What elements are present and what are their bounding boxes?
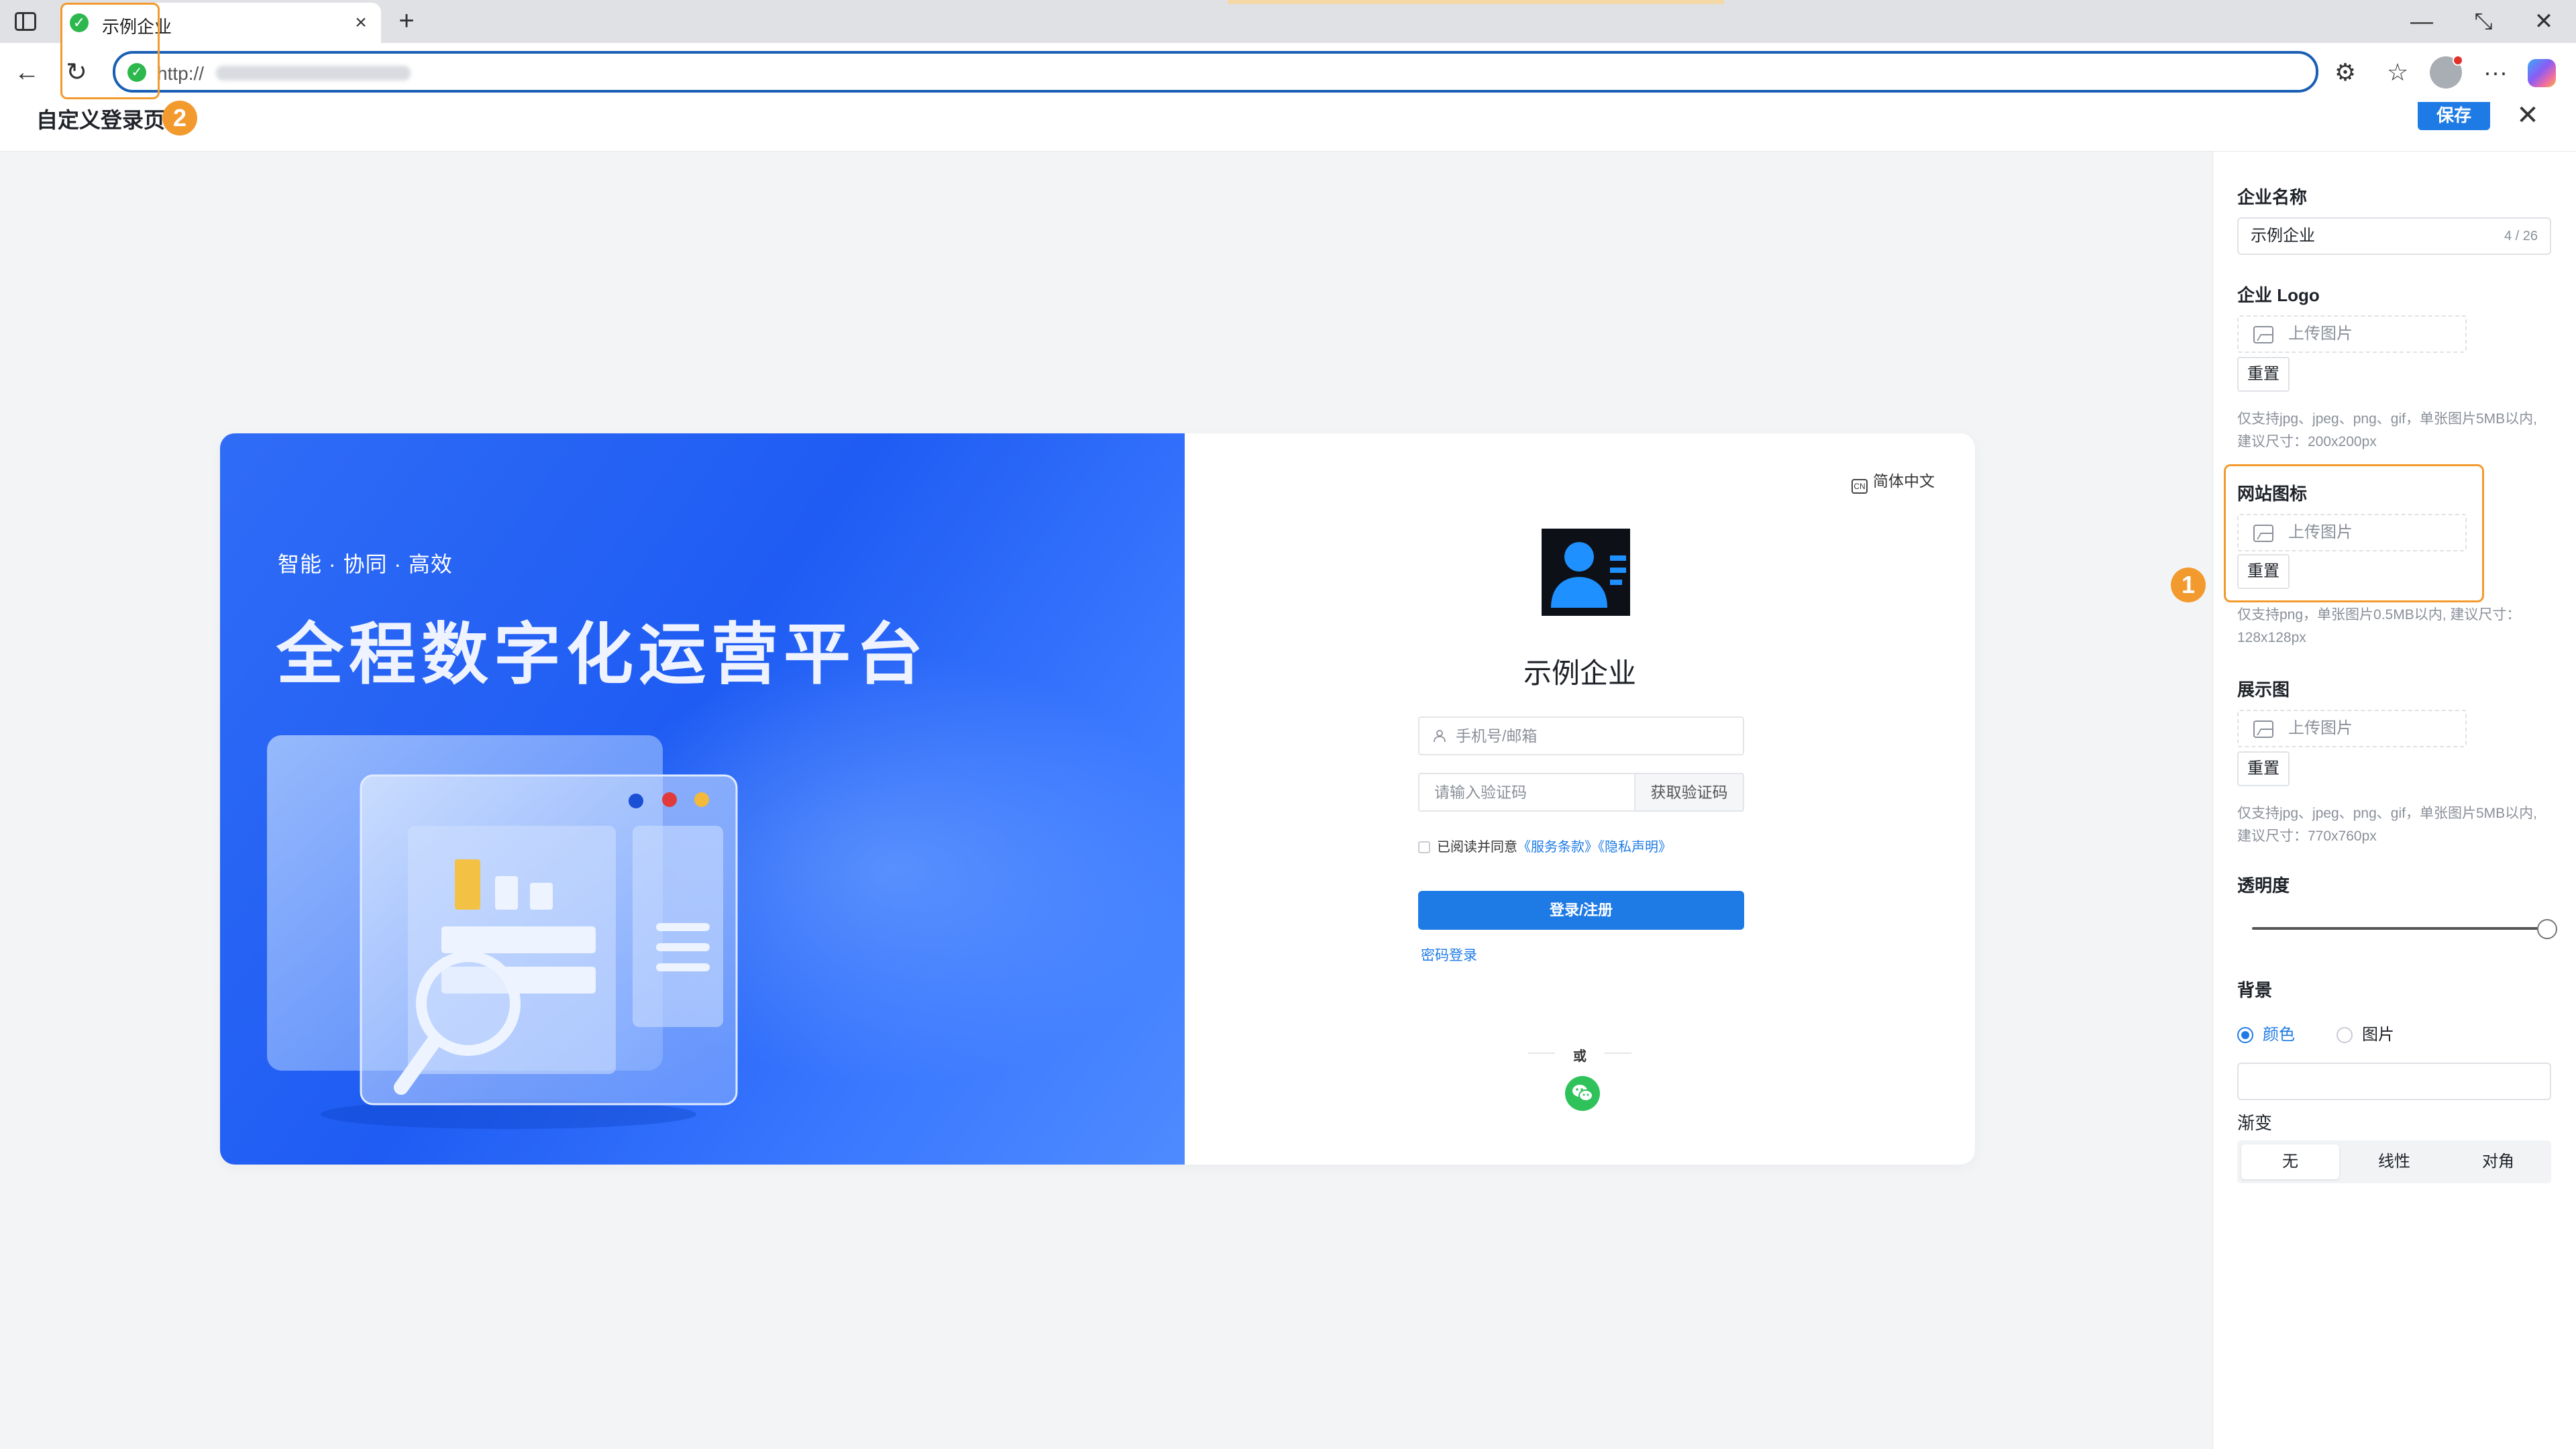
- display-image-label: 展示图: [2237, 680, 2290, 700]
- or-divider-text: 或: [1573, 1049, 1587, 1064]
- url-input[interactable]: ✓ http://: [113, 51, 2318, 93]
- wechat-login-icon[interactable]: [1565, 1076, 1600, 1111]
- page-title: 自定义登录页: [36, 108, 166, 132]
- annotation-badge-2: 2: [162, 101, 197, 136]
- hero-display-image: 智能 · 协同 · 高效 全程数字化运营平台: [220, 433, 1185, 1165]
- annotation-badge-1: 1: [2171, 568, 2206, 602]
- user-profile-icon: [1551, 542, 1626, 608]
- app-header: 自定义登录页 保存 ✕: [0, 102, 2576, 152]
- favicon-label: 网站图标: [2237, 484, 2308, 504]
- agreement-text: 已阅读并同意: [1437, 840, 1517, 855]
- logo-reset-button[interactable]: 重置: [2237, 357, 2290, 392]
- favicon-upload[interactable]: 上传图片: [2237, 514, 2467, 551]
- language-icon: CN: [1851, 479, 1868, 494]
- window-close-button[interactable]: ✕: [2524, 4, 2564, 39]
- window-restore-button[interactable]: ⤡: [2463, 4, 2504, 39]
- bg-image-radio[interactable]: 图片: [2337, 1021, 2394, 1044]
- copilot-icon[interactable]: [2528, 59, 2556, 87]
- logo-hint: 仅支持jpg、jpeg、png、gif，单张图片5MB以内, 建议尺寸：200x…: [2237, 411, 2537, 449]
- favicon-upload-label: 上传图片: [2288, 523, 2353, 541]
- window-minimize-button[interactable]: —: [2402, 4, 2442, 39]
- browser-tab-bar: ✓ 示例企业 × + — ⤡ ✕: [0, 0, 2576, 43]
- gradient-option-none[interactable]: 无: [2241, 1144, 2339, 1179]
- opacity-label: 透明度: [2237, 875, 2290, 896]
- language-switch[interactable]: CN 简体中文: [1851, 468, 1935, 494]
- dashboard-illustration: [267, 735, 738, 1129]
- url-redacted: [216, 66, 411, 80]
- browser-address-bar: ← ↻ ✓ http:// ⚙ ☆ ···: [0, 43, 2576, 102]
- image-icon: [2253, 525, 2273, 542]
- login-register-button[interactable]: 登录/注册: [1418, 891, 1744, 930]
- company-logo: [1542, 529, 1630, 616]
- bg-image-label: 图片: [2362, 1026, 2394, 1044]
- display-image-hint: 仅支持jpg、jpeg、png、gif，单张图片5MB以内, 建议尺寸：770x…: [2237, 806, 2537, 844]
- save-button[interactable]: 保存: [2418, 102, 2490, 130]
- close-icon[interactable]: ✕: [2512, 102, 2544, 134]
- logo-upload[interactable]: 上传图片: [2237, 315, 2467, 353]
- login-card-preview: 智能 · 协同 · 高效 全程数字化运营平台 CN 简体中文 示例企业 手机号/…: [220, 433, 1975, 1165]
- gradient-option-linear[interactable]: 线性: [2345, 1144, 2443, 1179]
- extensions-icon[interactable]: ⚙: [2326, 55, 2364, 90]
- display-image-reset-button[interactable]: 重置: [2237, 751, 2290, 786]
- annotation-box-2: [60, 3, 160, 99]
- verification-code-placeholder: 请输入验证码: [1434, 784, 1527, 801]
- bg-color-label: 颜色: [2263, 1026, 2295, 1044]
- terms-link[interactable]: 《服务条款》: [1517, 840, 1598, 855]
- background-label: 背景: [2237, 980, 2273, 1000]
- verification-code-input[interactable]: 请输入验证码: [1418, 773, 1634, 812]
- opacity-slider-thumb[interactable]: [2537, 919, 2557, 939]
- hero-tagline: 智能 · 协同 · 高效: [278, 552, 453, 576]
- login-company-name: 示例企业: [1523, 657, 1636, 689]
- login-form-panel: CN 简体中文 示例企业 手机号/邮箱 请输入验证码 获取验证码 已阅读并同意《…: [1185, 433, 1975, 1165]
- display-upload-label: 上传图片: [2288, 719, 2353, 737]
- profile-notification-dot: [2453, 55, 2463, 66]
- logo-label: 企业 Logo: [2237, 285, 2320, 305]
- company-name-counter: 4 / 26: [2504, 229, 2538, 244]
- password-login-link[interactable]: 密码登录: [1421, 945, 1477, 965]
- gradient-option-diagonal[interactable]: 对角: [2449, 1144, 2547, 1179]
- bg-color-radio[interactable]: 颜色: [2237, 1021, 2295, 1044]
- image-icon: [2253, 326, 2273, 343]
- image-icon: [2253, 720, 2273, 738]
- radio-dot: [2237, 1027, 2253, 1043]
- profile-avatar[interactable]: [2430, 55, 2463, 89]
- radio-dot: [2337, 1027, 2353, 1043]
- get-code-button[interactable]: 获取验证码: [1634, 773, 1744, 812]
- agreement-row: 已阅读并同意《服务条款》《隐私声明》: [1418, 836, 1672, 855]
- company-name-value: 示例企业: [2251, 227, 2315, 245]
- wechat-glyph: [1572, 1085, 1593, 1102]
- gradient-label: 渐变: [2237, 1113, 2273, 1133]
- display-image-upload[interactable]: 上传图片: [2237, 710, 2467, 747]
- phone-email-input[interactable]: 手机号/邮箱: [1418, 716, 1744, 755]
- tab-close-button[interactable]: ×: [347, 9, 374, 36]
- bg-color-input[interactable]: [2237, 1063, 2551, 1100]
- language-label: 简体中文: [1873, 472, 1935, 490]
- opacity-slider-track[interactable]: [2252, 927, 2547, 930]
- privacy-link[interactable]: 《隐私声明》: [1598, 840, 1672, 855]
- tab-strip-highlight: [1228, 0, 1724, 4]
- phone-email-placeholder: 手机号/邮箱: [1456, 727, 1538, 745]
- company-name-label: 企业名称: [2237, 187, 2308, 207]
- more-menu-icon[interactable]: ···: [2477, 55, 2514, 90]
- user-icon: [1434, 730, 1446, 743]
- tab-actions-icon[interactable]: [15, 12, 36, 31]
- back-button[interactable]: ←: [9, 55, 44, 90]
- new-tab-button[interactable]: +: [390, 5, 423, 38]
- company-name-input[interactable]: 示例企业 4 / 26: [2237, 217, 2551, 255]
- agreement-checkbox[interactable]: [1418, 841, 1430, 853]
- favicon-reset-button[interactable]: 重置: [2237, 554, 2290, 589]
- settings-panel: 企业名称 示例企业 4 / 26 企业 Logo 上传图片 重置 仅支持jpg、…: [2212, 152, 2576, 1449]
- favorites-icon[interactable]: ☆: [2379, 55, 2416, 90]
- gradient-segmented-control: 无 线性 对角: [2237, 1140, 2551, 1183]
- url-text: http://: [157, 63, 205, 84]
- favicon-hint: 仅支持png，单张图片0.5MB以内, 建议尺寸：128x128px: [2237, 607, 2521, 645]
- login-preview-canvas: 智能 · 协同 · 高效 全程数字化运营平台 CN 简体中文 示例企业 手机号/…: [0, 152, 2212, 1449]
- hero-title: 全程数字化运营平台: [276, 617, 928, 692]
- logo-upload-label: 上传图片: [2288, 325, 2353, 343]
